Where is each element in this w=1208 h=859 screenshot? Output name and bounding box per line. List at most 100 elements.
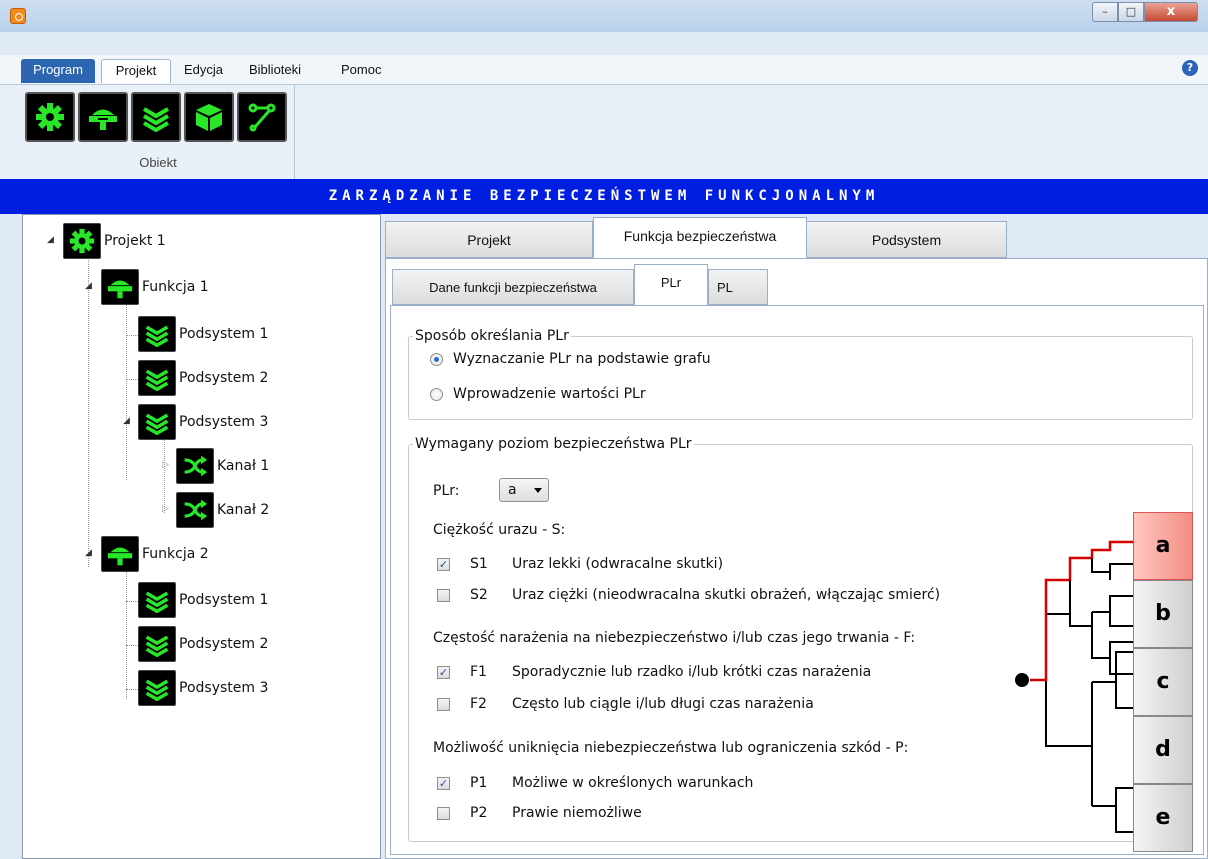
chevron-down-icon xyxy=(534,488,542,493)
radio-label: Wyznaczanie PLr na podstawie grafu xyxy=(453,351,711,367)
layers-icon xyxy=(138,670,176,706)
gear-icon xyxy=(63,223,101,259)
tree-node-label: Projekt 1 xyxy=(104,233,166,249)
s1-option[interactable]: ✓ S1 Uraz lekki (odwracalne skutki) xyxy=(437,556,723,572)
add-function-button[interactable] xyxy=(78,92,128,142)
radio-button[interactable] xyxy=(430,352,443,366)
tab-panel: Dane funkcji bezpieczeństwa PLr PL Sposó… xyxy=(385,258,1208,859)
layers-icon xyxy=(142,107,170,132)
s1-checkbox[interactable]: ✓ xyxy=(437,557,450,571)
s2-option[interactable]: S2 Uraz ciężki (nieodwracalna skutki obr… xyxy=(437,587,940,603)
tree-node-funkcja-1[interactable]: Funkcja 1 xyxy=(101,269,209,305)
option-code: P2 xyxy=(470,805,488,821)
menu-projekt[interactable]: Projekt xyxy=(101,59,171,83)
expand-arrow-icon[interactable]: ▷ xyxy=(162,460,169,470)
level-e-box: e xyxy=(1133,784,1193,852)
f1-option[interactable]: ✓ F1 Sporadycznie lub rzadko i/lub krótk… xyxy=(437,664,871,680)
option-label: Możliwe w określonych warunkach xyxy=(512,775,754,791)
menu-program[interactable]: Program xyxy=(21,59,95,83)
plr-select-value: a xyxy=(508,482,517,498)
p2-checkbox[interactable] xyxy=(437,806,450,820)
tab-funkcja-bezpieczenstwa[interactable]: Funkcja bezpieczeństwa xyxy=(593,217,807,259)
p2-option[interactable]: P2 Prawie niemożliwe xyxy=(437,805,642,821)
tree-node-label: Podsystem 3 xyxy=(179,680,269,696)
tree-node-label: Podsystem 3 xyxy=(179,414,269,430)
collapse-arrow-icon[interactable]: ◢ xyxy=(85,281,92,291)
tree-node-funkcja-2[interactable]: Funkcja 2 xyxy=(101,536,209,572)
tree-node-label: Funkcja 2 xyxy=(142,546,209,562)
tree-node-label: Podsystem 2 xyxy=(179,636,269,652)
shuffle-icon xyxy=(176,448,214,484)
add-component-button[interactable] xyxy=(184,92,234,142)
f2-checkbox[interactable] xyxy=(437,697,450,711)
tree-node-label: Funkcja 1 xyxy=(142,279,209,295)
menu-edycja[interactable]: Edycja xyxy=(178,59,229,83)
f2-option[interactable]: F2 Często lub ciągle i/lub długi czas na… xyxy=(437,696,814,712)
tab-dane-funkcji[interactable]: Dane funkcji bezpieczeństwa xyxy=(392,269,634,305)
app-logo-icon[interactable] xyxy=(10,8,26,24)
tab-pl[interactable]: PL xyxy=(708,269,768,305)
plr-select[interactable]: a xyxy=(499,478,549,502)
option-label: Często lub ciągle i/lub długi czas naraż… xyxy=(512,696,814,712)
tab-plr[interactable]: PLr xyxy=(634,264,708,306)
menu-biblioteki[interactable]: Biblioteki xyxy=(243,59,307,83)
tree-node-podsystem[interactable]: Podsystem 2 xyxy=(138,626,268,662)
layers-icon xyxy=(138,582,176,618)
f1-checkbox[interactable]: ✓ xyxy=(437,665,450,679)
radio-graph[interactable]: Wyznaczanie PLr na podstawie grafu xyxy=(430,351,711,367)
radio-button[interactable] xyxy=(430,387,443,401)
collapse-arrow-icon[interactable]: ◢ xyxy=(123,416,130,426)
p1-checkbox[interactable]: ✓ xyxy=(437,776,450,790)
tree-node-podsystem[interactable]: Podsystem 2 xyxy=(138,360,268,396)
tree-node-label: Kanał 2 xyxy=(217,502,270,518)
add-project-button[interactable] xyxy=(25,92,75,142)
option-code: S1 xyxy=(470,556,488,572)
level-c-box: c xyxy=(1133,648,1193,716)
tree-node-projekt[interactable]: Projekt 1 xyxy=(63,223,166,259)
minimize-button[interactable]: – xyxy=(1092,2,1118,22)
tab-projekt[interactable]: Projekt xyxy=(385,221,593,258)
help-icon[interactable]: ? xyxy=(1182,60,1198,76)
method-group: Sposób określania PLr xyxy=(408,328,1193,420)
expand-arrow-icon[interactable]: ▷ xyxy=(162,504,169,514)
tree-node-podsystem[interactable]: Podsystem 1 xyxy=(138,316,268,352)
ribbon: Obiekt xyxy=(0,85,1208,179)
plr-panel: Sposób określania PLr Wyznaczanie PLr na… xyxy=(390,305,1204,855)
collapse-arrow-icon[interactable]: ◢ xyxy=(85,548,92,558)
tree-node-kanal[interactable]: Kanał 2 xyxy=(176,492,269,528)
collapse-arrow-icon[interactable]: ◢ xyxy=(47,235,54,245)
risk-graph-lines xyxy=(1015,540,1133,833)
required-legend: Wymagany poziom bezpieczeństwa PLr xyxy=(415,436,692,452)
option-code: F1 xyxy=(470,664,487,680)
level-d-box: d xyxy=(1133,716,1193,784)
radio-manual[interactable]: Wprowadzenie wartości PLr xyxy=(430,386,646,402)
plr-label: PLr: xyxy=(433,483,460,499)
cube-icon xyxy=(196,104,222,131)
shuffle-icon xyxy=(176,492,214,528)
tree-node-label: Podsystem 1 xyxy=(179,592,269,608)
level-b-box: b xyxy=(1133,580,1193,648)
radio-label: Wprowadzenie wartości PLr xyxy=(453,386,646,402)
channel-icon xyxy=(248,103,276,132)
close-button[interactable]: x xyxy=(1144,2,1198,22)
option-code: F2 xyxy=(470,696,487,712)
add-channel-button[interactable] xyxy=(237,92,287,142)
layers-icon xyxy=(138,316,176,352)
add-subsystem-button[interactable] xyxy=(131,92,181,142)
maximize-button[interactable]: □ xyxy=(1118,2,1144,22)
s2-checkbox[interactable] xyxy=(437,588,450,602)
option-label: Sporadycznie lub rzadko i/lub krótki cza… xyxy=(512,664,872,680)
tree-node-podsystem[interactable]: Podsystem 3 xyxy=(138,404,268,440)
tree-node-podsystem[interactable]: Podsystem 3 xyxy=(138,670,268,706)
tree-node-kanal[interactable]: Kanał 1 xyxy=(176,448,269,484)
function-icon xyxy=(101,536,139,572)
layers-icon xyxy=(138,360,176,396)
function-icon xyxy=(89,109,117,130)
tree-node-label: Podsystem 1 xyxy=(179,326,269,342)
project-tree[interactable]: ◢ Projekt 1 ◢ Funkcja 1 Podsystem 1 Pods… xyxy=(22,214,381,859)
menu-pomoc[interactable]: Pomoc xyxy=(335,59,387,83)
tab-podsystem[interactable]: Podsystem xyxy=(806,221,1007,258)
option-label: Prawie niemożliwe xyxy=(512,805,642,821)
tree-node-podsystem[interactable]: Podsystem 1 xyxy=(138,582,268,618)
p1-option[interactable]: ✓ P1 Możliwe w określonych warunkach xyxy=(437,775,753,791)
